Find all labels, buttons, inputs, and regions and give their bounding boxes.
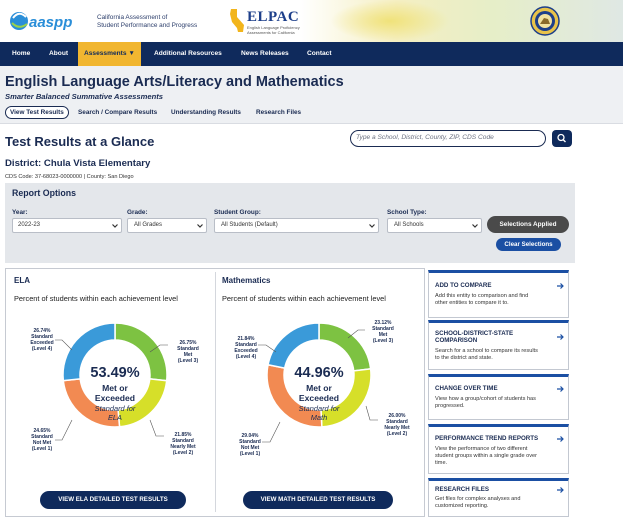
california-state-icon bbox=[230, 9, 244, 32]
clear-selections-button[interactable]: Clear Selections bbox=[496, 238, 561, 251]
card-change-over-time-desc: View how a group/cohort of students has p… bbox=[435, 396, 536, 409]
donut-slice-exceeded[interactable] bbox=[267, 322, 320, 369]
math-label-not-met: 29.04% Standard Not Met (Level 1) bbox=[239, 433, 261, 457]
nav-additional-resources[interactable]: Additional Resources bbox=[154, 42, 222, 66]
district-name: District: Chula Vista Elementary bbox=[5, 158, 151, 169]
chevron-down-icon bbox=[369, 224, 375, 228]
chevron-down-icon bbox=[197, 224, 203, 228]
year-label: Year: bbox=[12, 209, 28, 216]
ela-description: Percent of students within each achievem… bbox=[14, 294, 178, 303]
ela-center-line2: Exceeded bbox=[94, 393, 136, 403]
ela-center-line4: ELA bbox=[108, 413, 122, 422]
card-add-to-compare-title: ADD TO COMPARE bbox=[435, 282, 492, 289]
arrow-right-icon bbox=[557, 283, 564, 289]
arrow-right-icon bbox=[557, 334, 564, 340]
nav-home[interactable]: Home bbox=[12, 42, 30, 66]
search-button[interactable] bbox=[552, 130, 572, 147]
view-ela-detailed-button[interactable]: VIEW ELA DETAILED TEST RESULTS bbox=[40, 491, 186, 509]
card-research-files-title: RESEARCH FILES bbox=[435, 486, 489, 493]
page-title: English Language Arts/Literacy and Mathe… bbox=[5, 74, 344, 90]
nav-about[interactable]: About bbox=[49, 42, 68, 66]
math-label-nearly-met: 26.00% Standard Nearly Met (Level 2) bbox=[384, 413, 410, 437]
nav-contact[interactable]: Contact bbox=[307, 42, 332, 66]
search-placeholder: Type a School, District, County, ZIP, CD… bbox=[356, 134, 494, 141]
report-options-title: Report Options bbox=[12, 188, 77, 198]
ela-label-exceeded: 26.74% Standard Exceeded (Level 4) bbox=[30, 328, 54, 352]
math-center-percent: 44.96% bbox=[294, 365, 344, 381]
subtab-view-test-results[interactable]: View Test Results bbox=[5, 106, 69, 119]
card-school-district-state[interactable] bbox=[428, 320, 569, 370]
main-nav: Home About Assessments ▼ Additional Reso… bbox=[0, 42, 623, 66]
year-value: 2022-23 bbox=[18, 222, 41, 228]
ela-center-percent: 53.49% bbox=[90, 365, 140, 381]
math-center-line1: Met or bbox=[306, 383, 332, 393]
page-subtitle: Smarter Balanced Summative Assessments bbox=[5, 92, 163, 101]
math-heading: Mathematics bbox=[222, 276, 271, 285]
view-math-detailed-button[interactable]: VIEW MATH DETAILED TEST RESULTS bbox=[243, 491, 393, 509]
card-performance-trend-title: PERFORMANCE TREND REPORTS bbox=[435, 435, 539, 442]
state-seal-icon bbox=[530, 6, 560, 36]
subtab-understanding-results[interactable]: Understanding Results bbox=[171, 106, 241, 119]
card-change-over-time-title: CHANGE OVER TIME bbox=[435, 385, 498, 392]
math-center-line3: Standard for bbox=[298, 404, 340, 413]
math-center-line4: Math bbox=[310, 413, 328, 422]
student-group-value: All Students (Default) bbox=[221, 222, 278, 228]
results-divider bbox=[215, 272, 216, 512]
caaspp-tagline: California Assessment of Student Perform… bbox=[97, 14, 198, 29]
selections-applied-button[interactable]: Selections Applied bbox=[487, 216, 569, 233]
school-type-value: All Schools bbox=[394, 222, 424, 228]
ela-label-nearly-met: 21.85% Standard Nearly Met (Level 2) bbox=[170, 432, 196, 456]
subtab-research-files[interactable]: Research Files bbox=[256, 106, 301, 119]
grade-label: Grade: bbox=[127, 209, 148, 216]
elpac-logo[interactable]: ELPAC English Language Proficiency Asses… bbox=[228, 8, 308, 36]
card-school-district-state-desc: Search for a school to compare its resul… bbox=[435, 348, 538, 361]
math-label-met: 23.12% Standard Met (Level 3) bbox=[372, 320, 394, 344]
district-codes: CDS Code: 37-68023-0000000 | County: San… bbox=[5, 174, 134, 180]
glance-title: Test Results at a Glance bbox=[5, 134, 155, 149]
subtab-search-compare[interactable]: Search / Compare Results bbox=[78, 106, 157, 119]
ela-label-met: 26.75% Standard Met (Level 3) bbox=[177, 340, 199, 364]
nav-news-releases[interactable]: News Releases bbox=[241, 42, 289, 66]
card-performance-trend-desc: View the performance of two different stu… bbox=[435, 446, 537, 466]
header-sun-glow bbox=[330, 0, 450, 42]
chevron-down-icon bbox=[112, 224, 118, 228]
svg-text:aaspp: aaspp bbox=[29, 14, 72, 31]
caaspp-logo[interactable]: aaspp bbox=[8, 6, 104, 36]
ela-center-line1: Met or bbox=[102, 383, 128, 393]
search-icon bbox=[557, 133, 566, 143]
ela-center-line3: Standard for bbox=[94, 404, 136, 413]
arrow-right-icon bbox=[557, 436, 564, 442]
math-label-exceeded: 21.84% Standard Exceeded (Level 4) bbox=[234, 336, 258, 360]
school-type-label: School Type: bbox=[387, 209, 427, 216]
card-research-files-desc: Get files for complex analyses and custom… bbox=[435, 496, 521, 509]
grade-value: All Grades bbox=[134, 222, 163, 228]
chevron-down-icon bbox=[472, 224, 478, 228]
site-header: aaspp California Assessment of Student P… bbox=[0, 0, 623, 42]
math-center-line2: Exceeded bbox=[298, 393, 340, 403]
ela-label-not-met: 24.65% Standard Not Met (Level 1) bbox=[31, 428, 53, 452]
card-add-to-compare-desc: Add this entity to comparison and find ot… bbox=[435, 293, 529, 306]
arrow-right-icon bbox=[557, 487, 564, 493]
math-description: Percent of students within each achievem… bbox=[222, 294, 386, 303]
student-group-label: Student Group: bbox=[214, 209, 261, 216]
card-school-district-state-title: SCHOOL-DISTRICT-STATE COMPARISON bbox=[435, 330, 514, 344]
ela-heading: ELA bbox=[14, 276, 30, 285]
arrow-right-icon bbox=[557, 386, 564, 392]
nav-assessments[interactable]: Assessments ▼ bbox=[78, 42, 141, 66]
